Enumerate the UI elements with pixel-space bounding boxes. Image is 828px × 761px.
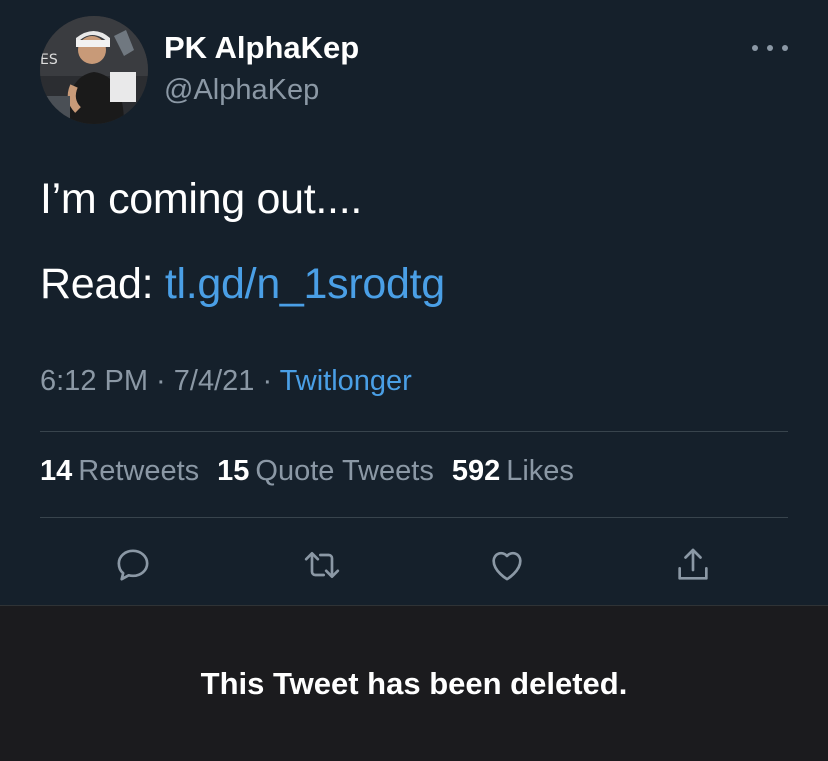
tweet-text-line-2: Read: tl.gd/n_1srodtg	[40, 260, 445, 309]
divider	[40, 517, 788, 518]
more-dot	[752, 45, 758, 51]
retweets-count: 14	[40, 455, 73, 487]
avatar[interactable]: ES	[40, 16, 148, 124]
tweet-link[interactable]: tl.gd/n_1srodtg	[165, 260, 445, 308]
tweet-stats: 14 Retweets 15 Quote Tweets 592 Likes	[40, 455, 574, 488]
likes-label: Likes	[506, 455, 574, 487]
tweet-time[interactable]: 6:12 PM	[40, 365, 148, 397]
svg-text:ES: ES	[40, 52, 58, 68]
tweet-meta: 6:12 PM · 7/4/21 · Twitlonger	[40, 365, 412, 398]
deleted-notice-text: This Tweet has been deleted.	[200, 665, 628, 701]
tweet-date[interactable]: 7/4/21	[174, 365, 255, 397]
display-name[interactable]: PK AlphaKep	[164, 30, 359, 66]
divider	[40, 431, 788, 432]
quote-tweets-label: Quote Tweets	[255, 455, 434, 487]
quote-tweets-stat[interactable]: 15 Quote Tweets	[217, 455, 434, 488]
tweet-card: ES PK AlphaKep @AlphaKep I’m coming out.…	[0, 0, 828, 605]
retweet-icon[interactable]	[302, 545, 342, 585]
meta-separator: ·	[148, 365, 174, 397]
user-handle[interactable]: @AlphaKep	[164, 74, 319, 107]
quote-tweets-count: 15	[217, 455, 250, 487]
more-dot	[767, 45, 773, 51]
more-dot	[782, 45, 788, 51]
reply-icon[interactable]	[113, 545, 153, 585]
like-icon[interactable]	[487, 545, 527, 585]
tweet-source[interactable]: Twitlonger	[280, 365, 412, 397]
deleted-tweet-notice: This Tweet has been deleted.	[0, 605, 828, 761]
tweet-text-line-1: I’m coming out....	[40, 175, 362, 223]
likes-stat[interactable]: 592 Likes	[452, 455, 574, 488]
more-options-icon[interactable]	[752, 36, 788, 60]
share-icon[interactable]	[673, 545, 713, 585]
likes-count: 592	[451, 455, 501, 487]
action-bar	[0, 545, 828, 585]
read-prefix: Read:	[40, 260, 165, 308]
retweets-stat[interactable]: 14 Retweets	[40, 455, 199, 488]
retweets-label: Retweets	[78, 455, 200, 487]
avatar-image: ES	[40, 16, 148, 124]
meta-separator: ·	[254, 365, 280, 397]
